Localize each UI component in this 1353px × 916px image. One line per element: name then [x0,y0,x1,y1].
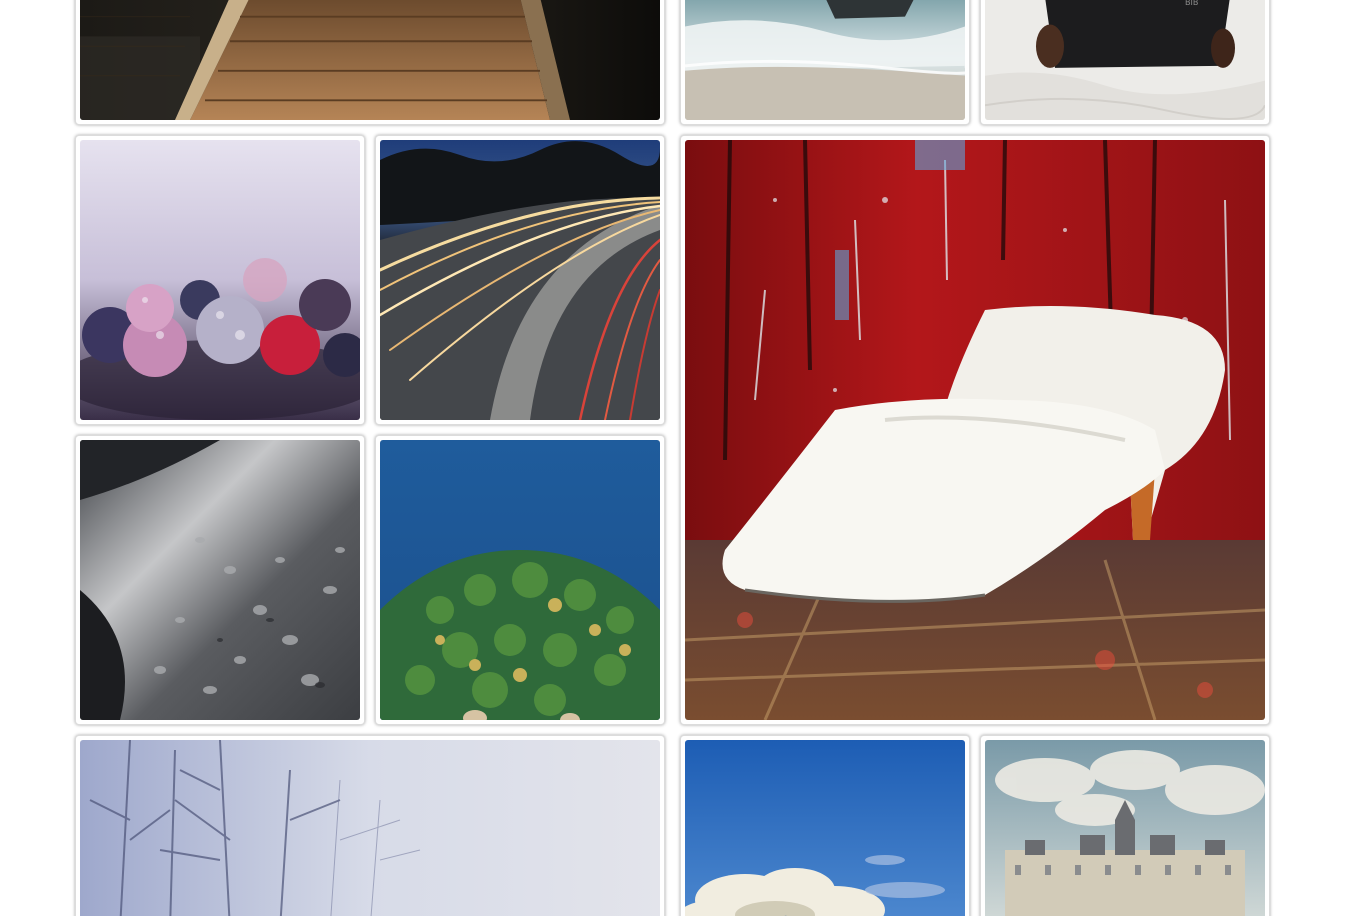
photo-tile-sky[interactable] [680,735,970,916]
person-reading-book-photo: BIB [985,0,1265,120]
aerial-forest-lake-photo [380,440,660,720]
escalator-photo [80,0,660,120]
svg-text:BIB: BIB [1185,0,1198,7]
photo-tile-light-trails[interactable] [375,135,665,425]
frozen-berries-photo [80,140,360,420]
photo-tile-shoes[interactable] [680,135,1270,725]
photo-tile-castle[interactable] [980,735,1270,916]
photo-tile-bible[interactable]: BIB [980,0,1270,125]
photo-tile-waves[interactable] [680,0,970,125]
blue-sky-clouds-photo [685,740,965,916]
photo-tile-drops[interactable] [75,435,365,725]
photo-tile-berries[interactable] [75,135,365,425]
highway-light-trails-photo [380,140,660,420]
water-droplets-photo [80,440,360,720]
white-high-heels-photo [685,140,1265,720]
ocean-waves-photo [685,0,965,120]
photo-tile-escalator[interactable] [75,0,665,125]
chateau-castle-photo [985,740,1265,916]
photo-tile-forest[interactable] [375,435,665,725]
photo-tile-trees[interactable] [75,735,665,916]
winter-trees-photo [80,740,660,916]
photo-gallery: BIB [0,0,1353,916]
